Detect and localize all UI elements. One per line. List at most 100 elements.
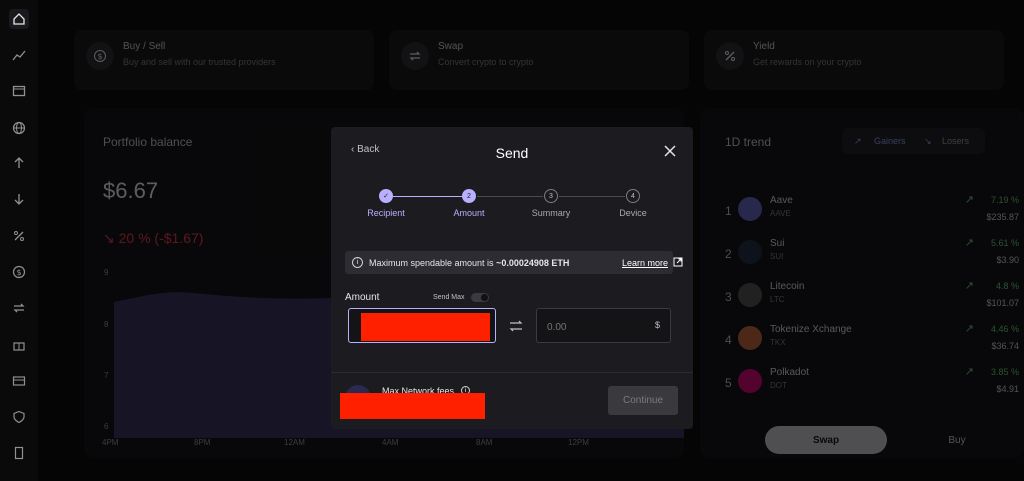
buy-sell-card[interactable]: $ Buy / Sell Buy and sell with our trust…	[74, 30, 374, 90]
chart-icon[interactable]	[9, 45, 29, 65]
yield-card[interactable]: Yield Get rewards on your crypto	[704, 30, 1004, 90]
y-tick: 9	[104, 268, 109, 277]
coin-name: Polkadot	[770, 367, 809, 378]
swap-icon[interactable]	[9, 298, 29, 318]
trend-up-icon: ↗	[854, 136, 862, 146]
trend-up-icon: ↗	[964, 323, 974, 335]
coin-rank: 5	[725, 376, 732, 390]
swap-arrows-icon[interactable]	[509, 320, 523, 332]
device-icon[interactable]	[9, 443, 29, 463]
coin-price: $4.91	[996, 384, 1019, 394]
gift-icon[interactable]	[9, 335, 29, 355]
amount-label: Amount	[345, 292, 380, 303]
coin-rank: 4	[725, 333, 732, 347]
x-tick: 4PM	[102, 438, 119, 447]
receive-arrow-down-icon[interactable]	[9, 189, 29, 209]
x-tick: 8PM	[194, 438, 211, 447]
app-window: $ $ Buy / Sell Buy and sell with our tru…	[0, 0, 1024, 481]
card-title: Buy / Sell	[123, 41, 166, 52]
redaction-block	[361, 313, 490, 341]
step-label: Device	[619, 208, 647, 218]
tab-gainers[interactable]: Gainers	[874, 136, 906, 146]
trend-up-icon: ↗	[964, 280, 974, 292]
list-item[interactable]: 2 Sui SUI ↗ 5.61 % $3.90	[700, 235, 1024, 273]
trend-panel: 1D trend ↗ Gainers ↘ Losers 1 Aave AAVE …	[700, 108, 1024, 458]
card-title: Yield	[753, 41, 775, 52]
spendable-info-banner: i Maximum spendable amount is ~0.0002490…	[345, 251, 683, 274]
step-label: Summary	[531, 208, 571, 218]
close-icon[interactable]	[664, 145, 676, 157]
coin-ticker: TKX	[770, 338, 786, 347]
coin-change: 5.61 %	[990, 238, 1019, 248]
fiat-amount-input[interactable]	[547, 319, 637, 335]
dollar-icon[interactable]: $	[9, 262, 29, 282]
svg-text:$: $	[97, 52, 102, 61]
step-summary: 3 Summary	[516, 189, 586, 218]
step-label: Recipient	[367, 208, 405, 218]
portfolio-change-text: 20 % (-$1.67)	[118, 230, 204, 246]
x-tick: 12AM	[284, 438, 305, 447]
list-item[interactable]: 3 Litecoin LTC ↗ 4.8 % $101.07	[700, 278, 1024, 316]
list-item[interactable]: 4 Tokenize Xchange TKX ↗ 4.46 % $36.74	[700, 321, 1024, 359]
litecoin-logo-icon	[738, 283, 762, 307]
home-icon[interactable]	[9, 9, 29, 29]
aave-logo-icon	[738, 197, 762, 221]
coin-rank: 1	[725, 204, 732, 218]
percent-icon	[716, 42, 744, 70]
portfolio-change: ↘ 20 % (-$1.67)	[103, 230, 204, 246]
coin-name: Sui	[770, 238, 785, 249]
tab-losers[interactable]: Losers	[942, 136, 969, 146]
modal-title: Send	[495, 145, 529, 161]
fiat-amount-field[interactable]: $	[536, 308, 671, 343]
list-item[interactable]: 1 Aave AAVE ↗ 7.19 % $235.87	[700, 192, 1024, 230]
send-modal: ‹ Back Send ✓ Recipient 2 Amount 3 Summa…	[331, 127, 693, 429]
currency-symbol: $	[654, 320, 660, 330]
card-title: Swap	[438, 41, 464, 52]
send-max-toggle[interactable]	[471, 293, 489, 302]
swap-button[interactable]: Swap	[765, 426, 887, 454]
coin-ticker: DOT	[770, 381, 787, 390]
list-item[interactable]: 5 Polkadot DOT ↗ 3.85 % $4.91	[700, 364, 1024, 402]
wallet-icon[interactable]	[9, 81, 29, 101]
card-subtitle: Convert crypto to crypto	[438, 57, 534, 67]
swap-icon	[401, 42, 429, 70]
tokenize-xchange-logo-icon	[738, 326, 762, 350]
learn-more-link[interactable]: Learn more	[622, 258, 668, 268]
coin-change: 4.46 %	[990, 324, 1019, 334]
dollar-icon: $	[86, 42, 114, 70]
divider	[331, 372, 693, 373]
globe-icon[interactable]	[9, 118, 29, 138]
sui-logo-icon	[738, 240, 762, 264]
coin-price: $36.74	[991, 341, 1019, 351]
gainers-losers-toggle: ↗ Gainers ↘ Losers	[842, 128, 985, 154]
trend-up-icon: ↗	[964, 194, 974, 206]
y-tick: 6	[104, 422, 109, 431]
portfolio-value: $6.67	[103, 178, 159, 203]
svg-text:$: $	[16, 268, 21, 277]
send-arrow-up-icon[interactable]	[9, 153, 29, 173]
coin-price: $235.87	[986, 212, 1019, 222]
external-link-icon[interactable]	[673, 257, 683, 267]
percent-icon[interactable]	[9, 226, 29, 246]
crypto-amount-input[interactable]	[348, 308, 496, 343]
swap-card[interactable]: Swap Convert crypto to crypto	[389, 30, 689, 90]
continue-button[interactable]: Continue	[608, 386, 678, 415]
shield-icon[interactable]	[9, 407, 29, 427]
info-icon: i	[352, 257, 363, 268]
sidebar: $	[0, 0, 38, 481]
step-number: 3	[544, 189, 558, 203]
coin-price: $101.07	[986, 298, 1019, 308]
coin-name: Aave	[770, 195, 793, 206]
send-max-label: Send Max	[433, 294, 465, 301]
x-tick: 8AM	[476, 438, 493, 447]
buy-button[interactable]: Buy	[896, 426, 1018, 454]
coin-ticker: LTC	[770, 295, 785, 304]
coin-change: 4.8 %	[995, 281, 1019, 291]
step-label: Amount	[453, 208, 485, 218]
step-amount: 2 Amount	[434, 189, 504, 218]
card-icon[interactable]	[9, 371, 29, 391]
info-text: Maximum spendable amount is ~0.00024908 …	[369, 258, 569, 268]
coin-change: 7.19 %	[990, 195, 1019, 205]
y-tick: 7	[104, 371, 109, 380]
card-subtitle: Buy and sell with our trusted providers	[123, 57, 276, 67]
